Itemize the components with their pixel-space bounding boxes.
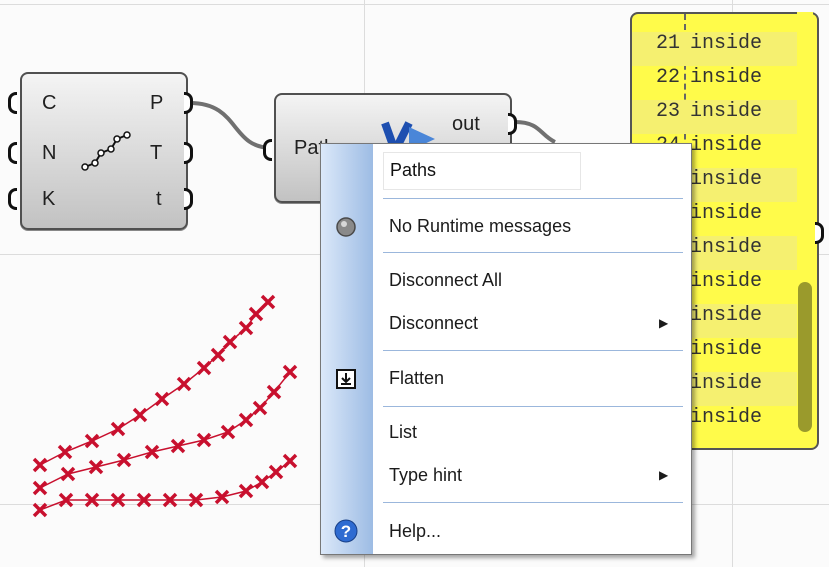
context-menu: Paths No Runtime messages Disconnect All…: [320, 143, 692, 555]
menu-separator: [383, 252, 683, 253]
menu-item-runtime-messages[interactable]: No Runtime messages: [373, 208, 691, 244]
menu-icon-strip: [321, 144, 373, 554]
point-marker-cross: [266, 384, 282, 400]
menu-item-help[interactable]: Help...: [373, 513, 691, 549]
point-marker-cross: [132, 407, 148, 423]
point-marker-cross: [238, 412, 254, 428]
point-marker-cross: [222, 334, 238, 350]
menu-item-type-hint[interactable]: Type hint ▶: [373, 457, 691, 493]
submenu-arrow-icon: ▶: [659, 316, 669, 330]
point-marker-cross: [176, 376, 192, 392]
point-marker-cross: [170, 438, 186, 454]
point-marker-cross: [88, 459, 104, 475]
menu-item-flatten[interactable]: Flatten: [373, 360, 691, 396]
menu-item-disconnect-all[interactable]: Disconnect All: [373, 262, 691, 298]
point-marker-cross: [32, 480, 48, 496]
flatten-icon: [336, 369, 356, 394]
point-marker-cross: [110, 421, 126, 437]
point-marker-cross: [196, 360, 212, 376]
point-curve: [39, 301, 269, 466]
point-marker-cross: [84, 433, 100, 449]
menu-item-disconnect[interactable]: Disconnect ▶: [373, 305, 691, 341]
point-marker-cross: [260, 294, 276, 310]
point-marker-cross: [196, 432, 212, 448]
help-icon: ?: [334, 519, 358, 548]
point-curve: [39, 371, 291, 489]
menu-item-list[interactable]: List: [373, 414, 691, 450]
point-marker-cross: [32, 457, 48, 473]
point-marker-cross: [268, 464, 284, 480]
point-marker-cross: [144, 444, 160, 460]
point-marker-cross: [57, 444, 73, 460]
menu-separator: [383, 198, 683, 199]
point-marker-cross: [282, 364, 298, 380]
point-marker-cross: [210, 347, 226, 363]
point-marker-cross: [32, 502, 48, 518]
point-marker-cross: [248, 306, 264, 322]
point-marker-cross: [254, 474, 270, 490]
param-name-value: Paths: [390, 160, 437, 180]
point-marker-cross: [238, 483, 254, 499]
point-marker-cross: [116, 452, 132, 468]
menu-separator: [383, 502, 683, 503]
menu-separator: [383, 350, 683, 351]
runtime-status-icon: [335, 216, 357, 243]
point-marker-cross: [154, 391, 170, 407]
point-marker-cross: [282, 453, 298, 469]
point-marker-cross: [252, 400, 268, 416]
menu-separator: [383, 406, 683, 407]
param-name-field[interactable]: Paths: [383, 152, 581, 190]
svg-text:?: ?: [341, 522, 351, 541]
submenu-arrow-icon: ▶: [659, 468, 669, 482]
point-marker-cross: [238, 320, 254, 336]
point-marker-cross: [220, 424, 236, 440]
point-marker-cross: [60, 466, 76, 482]
